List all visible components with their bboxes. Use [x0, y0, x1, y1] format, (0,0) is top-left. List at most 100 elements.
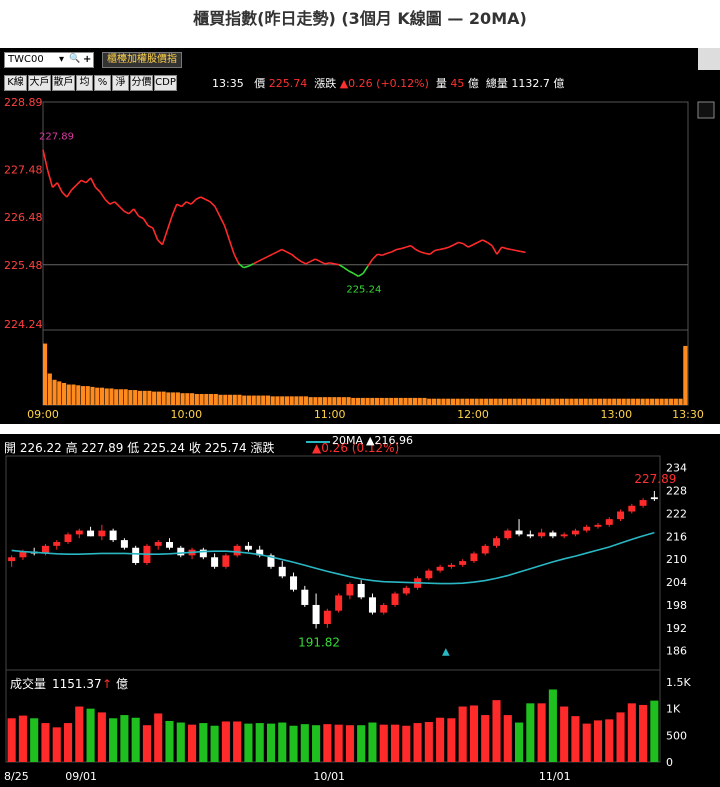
intraday-volume-bar [318, 397, 323, 405]
volume-y-tick-label: 1K [666, 703, 681, 716]
intraday-volume-bar [114, 389, 119, 405]
intraday-volume-bar [664, 398, 669, 405]
dropdown-arrow-icon[interactable]: ▾ [59, 54, 64, 65]
intraday-volume-bar [540, 398, 546, 405]
price-line-segment [391, 248, 397, 253]
price-line-segment [357, 272, 364, 277]
price-line-segment [348, 270, 354, 275]
symbol-text: TWC00 [8, 54, 44, 65]
intraday-volume-bar [446, 398, 451, 405]
ma-legend-value: ▲216.96 [366, 434, 413, 447]
volume-bar [492, 700, 501, 762]
price-line-segment [51, 182, 58, 189]
intraday-x-tick-label: 11:00 [314, 408, 346, 421]
average-button[interactable]: 均 [76, 75, 93, 91]
price-distribution-button[interactable]: 分價 [130, 75, 153, 91]
volume-bar [379, 724, 388, 762]
price-line-segment [94, 186, 101, 193]
volume-bar [30, 718, 39, 762]
candle-body [402, 587, 410, 594]
kline-button[interactable]: K線 [4, 75, 27, 91]
intraday-volume-bar [403, 397, 408, 405]
candle-body [301, 589, 309, 605]
percent-button[interactable]: % [94, 75, 111, 91]
intraday-volume-bar [284, 396, 290, 405]
intraday-volume-bar [280, 396, 285, 405]
volume-bar [199, 723, 208, 762]
price-label: 價 [254, 77, 266, 90]
volume-bar [63, 723, 73, 762]
volume-bar [560, 706, 569, 762]
intraday-volume-bar [360, 397, 365, 405]
volume-unit: 億 [116, 677, 128, 691]
intraday-volume-bar [683, 345, 688, 405]
candle-body [278, 566, 286, 577]
stock-name-button[interactable]: 櫃檯加權股價指 [102, 52, 182, 68]
candle-body [211, 557, 219, 567]
candle-body [391, 593, 399, 605]
price-line-segment [515, 249, 521, 253]
kline-y-tick-label: 216 [666, 530, 687, 543]
candle-body [436, 566, 444, 571]
price-line-segment [128, 208, 135, 215]
intraday-volume-bar [299, 396, 304, 405]
intraday-volume-bar [95, 387, 100, 405]
kline-x-tick-label: 11/01 [539, 770, 571, 783]
search-icon[interactable]: 🔍 [69, 54, 80, 64]
intraday-volume-bar [631, 398, 636, 405]
retail-button[interactable]: 散戶 [52, 75, 75, 91]
candle-body [222, 555, 230, 567]
candle-body [594, 524, 602, 527]
intraday-volume-bar [583, 398, 588, 405]
intraday-volume-bar [569, 398, 574, 405]
intraday-x-tick-label: 13:00 [600, 408, 632, 421]
price-line-segment [47, 170, 54, 188]
candle-body [53, 542, 61, 546]
intraday-volume-bar [635, 398, 640, 405]
volume-label: 成交量 [10, 676, 46, 691]
volume-bar [266, 723, 276, 762]
total-volume-unit: 億 [553, 77, 565, 90]
cdp-button[interactable]: CDP [154, 75, 177, 91]
intraday-volume-bar [52, 379, 57, 405]
price-line-segment [386, 251, 393, 255]
price-line-segment [506, 247, 512, 251]
intraday-volume-bar [289, 396, 294, 405]
price-line-segment [123, 210, 130, 215]
candle-body [560, 534, 568, 537]
symbol-input[interactable]: TWC00 ▾ 🔍 + [4, 52, 94, 68]
price-line-segment [295, 257, 302, 263]
candle-body [177, 547, 185, 556]
price-line-segment [109, 201, 116, 205]
intraday-volume-bar [133, 390, 138, 405]
volume-bar [7, 718, 16, 762]
candle-body [504, 530, 512, 539]
net-button[interactable]: 淨 [112, 75, 129, 91]
candle-body [538, 532, 546, 537]
major-holders-button[interactable]: 大戶 [28, 75, 51, 91]
intraday-volume-bar [80, 386, 86, 405]
price-line-segment [85, 177, 92, 184]
intraday-volume-bar [194, 393, 199, 405]
price-line-segment [420, 251, 426, 255]
price-line-segment [453, 241, 460, 246]
volume-bar [255, 723, 264, 762]
price-line-segment [166, 215, 173, 231]
intraday-volume-bar [337, 397, 342, 405]
volume-bar [278, 722, 287, 762]
price-line-segment [501, 246, 507, 250]
price-line-segment [444, 246, 450, 250]
add-icon[interactable]: + [83, 54, 91, 65]
side-scroll-tab[interactable] [698, 48, 720, 70]
intraday-volume-bar [303, 396, 308, 405]
price-line-segment [66, 189, 73, 198]
intraday-volume-bar [659, 398, 664, 405]
intraday-volume-bar [469, 398, 474, 405]
price-line-segment [467, 244, 474, 248]
volume-y-tick-label: 0 [666, 756, 673, 769]
intraday-volume-bar [232, 394, 237, 405]
intraday-volume-bar [626, 398, 631, 405]
volume-bar [233, 721, 242, 762]
volume-bar [627, 703, 636, 762]
intraday-volume-bar [393, 397, 399, 405]
